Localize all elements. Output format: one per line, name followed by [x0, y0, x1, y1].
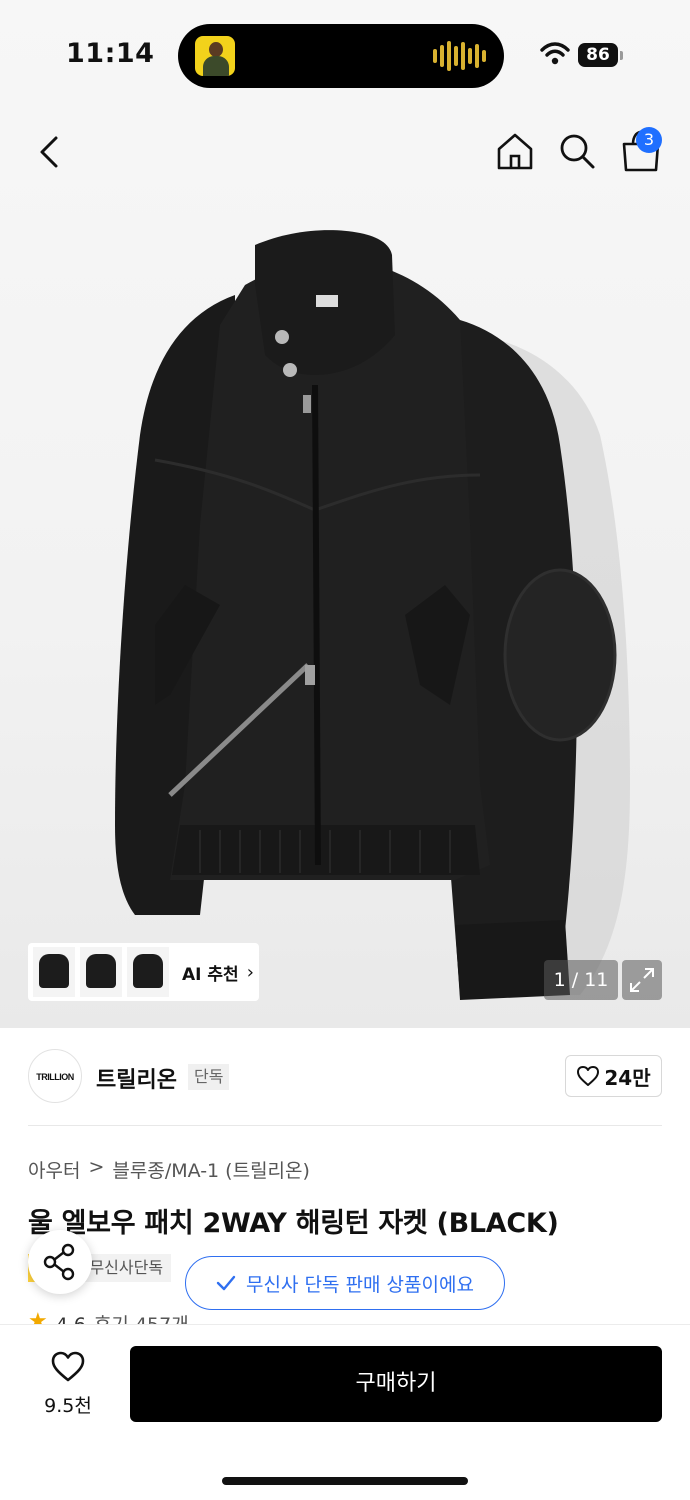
thumbnail-3[interactable] [127, 947, 169, 997]
audio-wave-icon [433, 40, 486, 72]
buy-button[interactable]: 구매하기 [130, 1346, 662, 1422]
share-icon [43, 1243, 75, 1281]
exclusive-tag: 단독 [188, 1064, 230, 1090]
back-icon[interactable] [32, 130, 72, 174]
thumbnail-1[interactable] [33, 947, 75, 997]
heart-icon [51, 1351, 85, 1382]
dynamic-island [178, 24, 504, 88]
product-image [115, 230, 630, 1000]
bottom-action-bar: 9.5천 구매하기 [0, 1324, 690, 1500]
check-icon [216, 1275, 236, 1291]
ai-recommend-label: AI 추천 [182, 964, 239, 985]
status-bar: 11:14 86 [0, 0, 690, 110]
home-indicator [222, 1477, 468, 1485]
home-icon[interactable] [494, 130, 536, 172]
brand-row: TRILLION 트릴리온 단독 24만 [0, 1028, 690, 1126]
toast-text: 무신사 단독 판매 상품이에요 [246, 1273, 474, 1296]
heart-icon [577, 1066, 600, 1086]
product-image-gallery[interactable]: 3 AI 추천 › 1 / 11 [0, 0, 690, 1028]
exclusive-badge: 무신사단독 [81, 1254, 172, 1282]
status-time: 11:14 [66, 38, 155, 69]
product-title: 울 엘보우 패치 2WAY 해링턴 자켓 (BLACK) [28, 1208, 559, 1239]
exclusive-toast: 무신사 단독 판매 상품이에요 [185, 1256, 505, 1310]
breadcrumb: 아우터 > 블루종/MA-1 (트릴리온) [28, 1156, 310, 1183]
brand-logo[interactable]: TRILLION [28, 1049, 82, 1103]
ai-recommend-thumbnails[interactable]: AI 추천 › [28, 943, 259, 1001]
image-counter: 1 / 11 [544, 960, 618, 1000]
cart-count-badge: 3 [636, 127, 662, 153]
breadcrumb-category[interactable]: 아우터 [28, 1156, 80, 1183]
wifi-icon [540, 42, 570, 65]
wishlist-button[interactable]: 9.5천 [30, 1351, 106, 1417]
brand-name[interactable]: 트릴리온 [96, 1062, 177, 1094]
share-button[interactable] [28, 1230, 92, 1294]
album-art-icon [195, 36, 235, 76]
breadcrumb-separator: > [88, 1156, 105, 1178]
battery-indicator: 86 [578, 43, 618, 67]
brand-like-count: 24만 [604, 1065, 651, 1090]
breadcrumb-subcategory[interactable]: 블루종/MA-1 (트릴리온) [112, 1156, 310, 1183]
wishlist-count: 9.5천 [44, 1395, 92, 1417]
brand-like-button[interactable]: 24만 [565, 1055, 662, 1097]
search-icon[interactable] [556, 130, 598, 172]
expand-icon[interactable] [622, 960, 662, 1000]
chevron-right-icon: › [246, 961, 254, 983]
product-detail-page: 3 AI 추천 › 1 / 11 11:14 86 TRILLION 트릴리온 … [0, 0, 690, 1500]
divider [28, 1125, 662, 1126]
battery-tip [620, 51, 623, 60]
thumbnail-2[interactable] [80, 947, 122, 997]
